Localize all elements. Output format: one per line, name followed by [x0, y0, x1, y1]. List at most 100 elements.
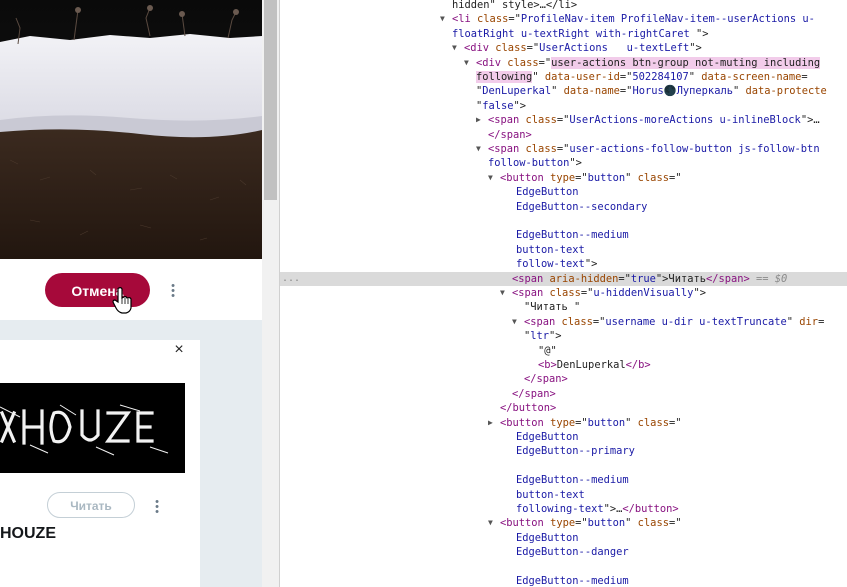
- dom-token: button: [587, 416, 626, 429]
- dom-token: dir: [799, 315, 819, 328]
- dom-node-line[interactable]: floatRight u-textRight with-rightCaret "…: [280, 27, 847, 41]
- dom-node-line[interactable]: "@": [280, 344, 847, 358]
- expand-right-icon[interactable]: ▶: [476, 113, 481, 127]
- dom-node-text: <b>DenLuperkal</b>: [538, 358, 651, 372]
- expand-down-icon[interactable]: ▼: [488, 171, 493, 185]
- dom-node-line[interactable]: button-text: [280, 488, 847, 502]
- gutter-ellipsis-icon[interactable]: ...: [282, 272, 300, 286]
- expand-right-icon[interactable]: ▶: [488, 416, 493, 430]
- dom-node-line[interactable]: [280, 459, 847, 473]
- dom-node-text: "ltr">: [524, 329, 562, 343]
- dom-token: =": [538, 56, 552, 69]
- dom-node-line[interactable]: ▼ <span class="username u-dir u-textTrunc…: [280, 315, 847, 329]
- expand-down-icon[interactable]: ▼: [488, 516, 493, 530]
- dom-node-line[interactable]: EdgeButton--danger: [280, 545, 847, 559]
- dom-node-line[interactable]: [280, 214, 847, 228]
- dom-node-text: follow-button">: [488, 156, 582, 170]
- dom-node-text: EdgeButton: [516, 430, 579, 444]
- dom-node-text: EdgeButton--secondary: [516, 200, 647, 214]
- dom-node-line[interactable]: ▼ <div class="UserActions u-textLeft">: [280, 41, 847, 55]
- dom-node-line[interactable]: EdgeButton--primary: [280, 444, 847, 458]
- dom-node-line[interactable]: ▼ <li class="ProfileNav-item ProfileNav-i…: [280, 12, 847, 26]
- dom-node-line[interactable]: following-text">…</button>: [280, 502, 847, 516]
- close-icon[interactable]: ×: [172, 342, 186, 358]
- dom-node-text: <button type="button" class=": [500, 416, 681, 430]
- card-profile-name[interactable]: HOUZE: [0, 525, 56, 543]
- more-actions-icon[interactable]: • • •: [170, 281, 176, 302]
- dom-node-text: hidden" style>…</li>: [452, 0, 577, 12]
- expand-down-icon[interactable]: ▼: [500, 286, 505, 300]
- dom-node-line[interactable]: ▼ <span class="u-hiddenVisually">: [280, 286, 847, 300]
- dom-node-line[interactable]: "false">: [280, 99, 847, 113]
- expand-down-icon[interactable]: ▼: [440, 12, 445, 26]
- dom-node-line[interactable]: ▼ <button type="button" class=": [280, 516, 847, 530]
- dom-token: ": [551, 85, 564, 98]
- dom-node-text: <button type="button" class=": [500, 171, 681, 185]
- dom-node-text: follow-text">: [516, 257, 597, 271]
- expand-down-icon[interactable]: ▼: [512, 315, 517, 329]
- dom-node-line[interactable]: EdgeButton: [280, 185, 847, 199]
- dom-token: =": [668, 416, 682, 429]
- dom-token: false: [482, 99, 514, 112]
- dom-node-line[interactable]: ▶ <span class="UserActions-moreActions u-…: [280, 113, 847, 127]
- dom-token: == $0: [749, 272, 788, 285]
- dom-token: </span>: [705, 272, 750, 285]
- dom-node-line[interactable]: <b>DenLuperkal</b>: [280, 358, 847, 372]
- cancel-follow-button[interactable]: Отмена: [45, 273, 150, 307]
- dom-node-line[interactable]: button-text: [280, 243, 847, 257]
- devtools-elements-panel: hidden" style>…</li> ▼ <li class="ProfileN…: [280, 0, 847, 587]
- dom-node-line[interactable]: EdgeButton--secondary: [280, 200, 847, 214]
- dom-node-line[interactable]: </button>: [280, 401, 847, 415]
- expand-down-icon[interactable]: ▼: [464, 56, 469, 70]
- dom-node-line[interactable]: EdgeButton--medium: [280, 473, 847, 487]
- dom-node-line[interactable]: follow-text">: [280, 257, 847, 271]
- follow-button[interactable]: Читать: [47, 492, 135, 518]
- dom-node-line[interactable]: "Читать ": [280, 300, 847, 314]
- dom-node-text: <span class="username u-dir u-textTrunca…: [524, 315, 824, 329]
- dom-node-line[interactable]: ▶ <button type="button" class=": [280, 416, 847, 430]
- dom-token: u-hiddenVisually: [593, 287, 694, 299]
- card-more-icon[interactable]: • • •: [154, 497, 160, 518]
- dom-token: =": [580, 287, 594, 299]
- dom-node-line[interactable]: EdgeButton--medium: [280, 574, 847, 587]
- dom-token: <div: [476, 56, 502, 69]
- dom-token: UserActions u-textLeft: [539, 42, 690, 55]
- dom-node-line[interactable]: following" data-user-id="502284107" data…: [280, 70, 847, 84]
- dom-token: =": [526, 42, 540, 55]
- dom-node-line[interactable]: </span>: [280, 387, 847, 401]
- dom-node-line[interactable]: ▼ <span class="user-actions-follow-button…: [280, 142, 847, 156]
- dom-token: </span>: [512, 387, 556, 400]
- dom-node-text: <span class="u-hiddenVisually">: [512, 286, 706, 300]
- dom-token: <span: [512, 287, 544, 299]
- dom-node-line[interactable]: follow-button">: [280, 156, 847, 170]
- dom-node-text: EdgeButton--medium: [516, 228, 629, 242]
- dom-node-line[interactable]: ▼ <button type="button" class=": [280, 171, 847, 185]
- dom-node-text: <div class="UserActions u-textLeft">: [464, 41, 702, 55]
- dom-token: data-name: [563, 85, 620, 98]
- dom-node-line[interactable]: EdgeButton: [280, 531, 847, 545]
- dom-node-line[interactable]: </span>: [280, 128, 847, 142]
- dom-node-line[interactable]: hidden" style>…</li>: [280, 0, 847, 12]
- expand-down-icon[interactable]: ▼: [452, 41, 457, 55]
- dom-node-line[interactable]: ▼ <div class="user-actions btn-group not-…: [280, 56, 847, 70]
- dom-node-line[interactable]: "ltr">: [280, 329, 847, 343]
- dom-token: ">…: [603, 503, 623, 515]
- dom-token: user-actions btn-group not-muting includ…: [551, 56, 821, 69]
- dom-token: 502284107: [632, 71, 689, 83]
- dom-node-line[interactable]: EdgeButton: [280, 430, 847, 444]
- dom-node-line[interactable]: "DenLuperkal" data-name="Horus🌑Луперкаль…: [280, 84, 847, 98]
- dom-token: =": [556, 114, 570, 127]
- dom-node-line[interactable]: </span>: [280, 372, 847, 386]
- dom-token: type: [550, 416, 576, 429]
- dom-token: class: [507, 56, 539, 69]
- page-scrollbar-thumb[interactable]: [264, 0, 277, 200]
- expand-down-icon[interactable]: ▼: [476, 142, 481, 156]
- dom-token: data-screen-name: [701, 71, 802, 83]
- dom-token: ">: [569, 157, 582, 170]
- dom-node-line[interactable]: EdgeButton--medium: [280, 228, 847, 242]
- dom-token: <span: [488, 114, 520, 127]
- dom-node-selected[interactable]: <span aria-hidden="true">Читать</span> =…: [280, 271, 847, 286]
- dom-node-line[interactable]: [280, 560, 847, 574]
- dom-token: ": [688, 71, 702, 83]
- dom-token: type: [550, 171, 576, 184]
